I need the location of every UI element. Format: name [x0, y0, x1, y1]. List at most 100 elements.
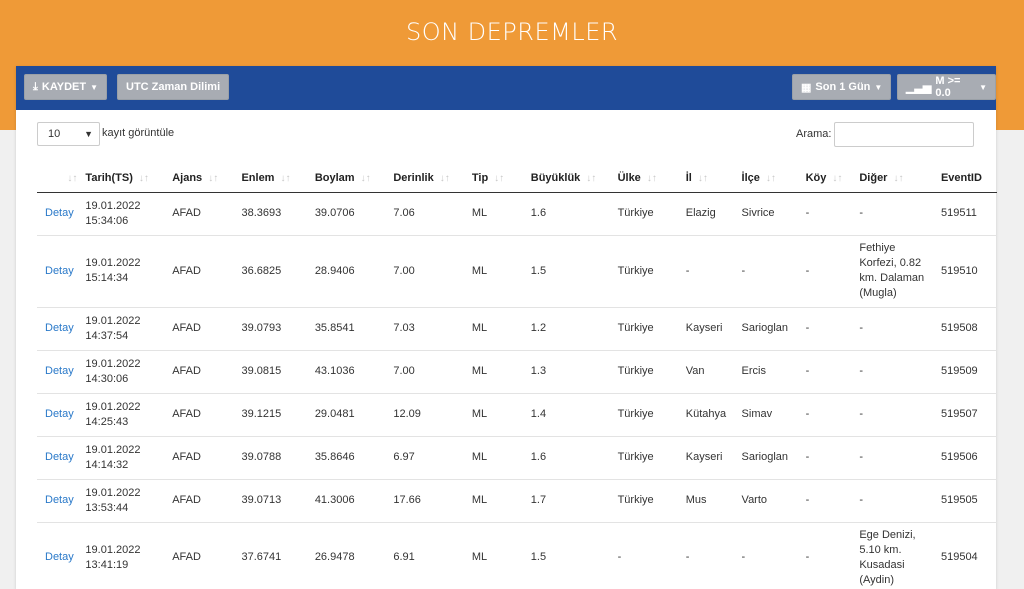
column-header-0[interactable]: ↓↑: [37, 165, 82, 193]
table-row: Detay 19.01.2022 13:53:44 AFAD 39.0713 41.300…: [37, 479, 997, 523]
sort-icon: ↓↑: [360, 173, 371, 185]
detail-link[interactable]: Detay: [37, 393, 82, 437]
sort-icon: ↓↑: [494, 173, 505, 185]
column-header-8[interactable]: Ülke ↓↑: [613, 165, 682, 193]
earthquake-table: ↓↑ Tarih(TS) ↓↑ Ajans ↓↑ Enlem ↓↑ Boylam ↓↑ Derin…: [37, 165, 997, 589]
cell-country: Türkiye: [613, 436, 682, 480]
cell-datetime: 19.01.2022 14:30:06: [81, 350, 169, 394]
sort-icon: ↓↑: [586, 173, 597, 185]
cell-time: 15:14:34: [85, 272, 129, 284]
save-button[interactable]: ⤓ KAYDET ▼: [24, 74, 108, 100]
column-header-12[interactable]: Diğer ↓↑: [855, 165, 937, 193]
cell-type: ML: [467, 350, 527, 394]
chevron-down-icon: ▼: [84, 129, 93, 139]
cell-lon: 39.0706: [310, 192, 390, 236]
column-header-4[interactable]: Boylam ↓↑: [310, 165, 390, 193]
detail-link[interactable]: Detay: [37, 479, 82, 523]
utc-timezone-button[interactable]: UTC Zaman Dilimi: [117, 74, 230, 100]
cell-province: Kayseri: [681, 436, 738, 480]
caret-down-icon: ▼: [874, 82, 883, 92]
cell-district: Ercis: [737, 350, 802, 394]
page-length-value: 10: [48, 128, 61, 140]
cell-district: Simav: [737, 393, 802, 437]
sort-icon: ↓↑: [646, 173, 657, 185]
page-length-label: kayıt görüntüle: [102, 127, 175, 139]
cell-mag: 1.5: [526, 235, 614, 308]
column-header-6[interactable]: Tip ↓↑: [467, 165, 527, 193]
cell-datetime: 19.01.2022 15:14:34: [81, 235, 169, 308]
column-header-label: Derinlik: [393, 172, 434, 185]
search-input[interactable]: [834, 122, 974, 147]
cell-time: 13:53:44: [85, 501, 129, 514]
detail-link[interactable]: Detay: [37, 436, 82, 480]
cell-agency: AFAD: [168, 436, 238, 480]
table-row: Detay 19.01.2022 15:34:06 AFAD 38.3693 39.070…: [37, 192, 997, 236]
sort-icon: ↓↑: [208, 173, 219, 185]
cell-province: Elazig: [681, 192, 738, 236]
signal-bars-icon: ▁▃▅: [906, 81, 932, 94]
cell-datetime: 19.01.2022 13:53:44: [81, 479, 169, 523]
column-header-1[interactable]: Tarih(TS) ↓↑: [81, 165, 169, 193]
cell-time: 13:41:19: [85, 558, 129, 571]
cell-other: -: [855, 393, 937, 437]
utc-label: UTC Zaman Dilimi: [126, 81, 221, 93]
cell-village: -: [801, 522, 856, 589]
cell-depth: 12.09: [389, 393, 468, 437]
cell-village: -: [801, 350, 856, 394]
cell-district: Sarioglan: [737, 307, 802, 351]
cell-province: -: [681, 235, 738, 308]
cell-country: Türkiye: [613, 479, 682, 523]
table-row: Detay 19.01.2022 14:25:43 AFAD 39.1215 29.048…: [37, 393, 997, 437]
detail-link[interactable]: Detay: [37, 192, 82, 236]
detail-link[interactable]: Detay: [37, 350, 82, 394]
cell-province: Van: [681, 350, 738, 394]
sort-icon: ↓↑: [832, 173, 843, 185]
column-header-13[interactable]: EventID: [936, 165, 997, 193]
column-header-label: Ajans: [172, 172, 203, 185]
sort-icon: ↓↑: [765, 173, 776, 185]
cell-province: -: [681, 522, 738, 589]
cell-lat: 38.3693: [237, 192, 311, 236]
cell-other: -: [855, 307, 937, 351]
column-header-3[interactable]: Enlem ↓↑: [237, 165, 311, 193]
detail-link[interactable]: Detay: [37, 522, 82, 589]
page-length-select[interactable]: 10 ▼: [37, 122, 100, 146]
period-dropdown[interactable]: ▦ Son 1 Gün ▼: [792, 74, 892, 100]
column-header-10[interactable]: İlçe ↓↑: [737, 165, 802, 193]
cell-type: ML: [467, 235, 527, 308]
cell-mag: 1.2: [526, 307, 614, 351]
column-header-11[interactable]: Köy ↓↑: [801, 165, 856, 193]
cell-lat: 37.6741: [237, 522, 311, 589]
toolbar: ⤓ KAYDET ▼ UTC Zaman Dilimi ▦ Son 1 Gün …: [16, 66, 996, 110]
column-header-label: EventID: [940, 172, 982, 185]
cell-village: -: [801, 479, 856, 523]
cell-agency: AFAD: [168, 522, 238, 589]
cell-agency: AFAD: [168, 235, 238, 308]
cell-date: 19.01.2022: [85, 199, 141, 212]
cell-depth: 6.91: [389, 522, 468, 589]
cell-eventid: 519508: [936, 307, 997, 351]
cell-date: 19.01.2022: [85, 543, 141, 556]
cell-type: ML: [467, 436, 527, 480]
column-header-9[interactable]: İl ↓↑: [681, 165, 738, 193]
cell-district: -: [737, 522, 802, 589]
cell-lat: 39.1215: [237, 393, 311, 437]
detail-link[interactable]: Detay: [37, 235, 82, 308]
sort-icon: ↓↑: [439, 173, 450, 185]
column-header-label: Köy: [805, 172, 827, 185]
cell-village: -: [801, 307, 856, 351]
detail-link[interactable]: Detay: [37, 307, 82, 351]
sort-icon: ↓↑: [67, 173, 78, 185]
cell-district: Varto: [737, 479, 802, 523]
caret-down-icon: ▼: [90, 82, 99, 92]
column-header-7[interactable]: Büyüklük ↓↑: [526, 165, 614, 193]
cell-country: -: [613, 522, 682, 589]
column-header-2[interactable]: Ajans ↓↑: [168, 165, 238, 193]
magnitude-dropdown[interactable]: ▁▃▅ M >= 0.0 ▼: [897, 74, 996, 100]
column-header-5[interactable]: Derinlik ↓↑: [389, 165, 468, 193]
cell-lon: 43.1036: [310, 350, 390, 394]
save-label: KAYDET: [41, 81, 87, 93]
table-row: Detay 19.01.2022 13:41:19 AFAD 37.6741 26.947…: [37, 522, 997, 589]
cell-eventid: 519510: [936, 235, 997, 308]
cell-eventid: 519505: [936, 479, 997, 523]
